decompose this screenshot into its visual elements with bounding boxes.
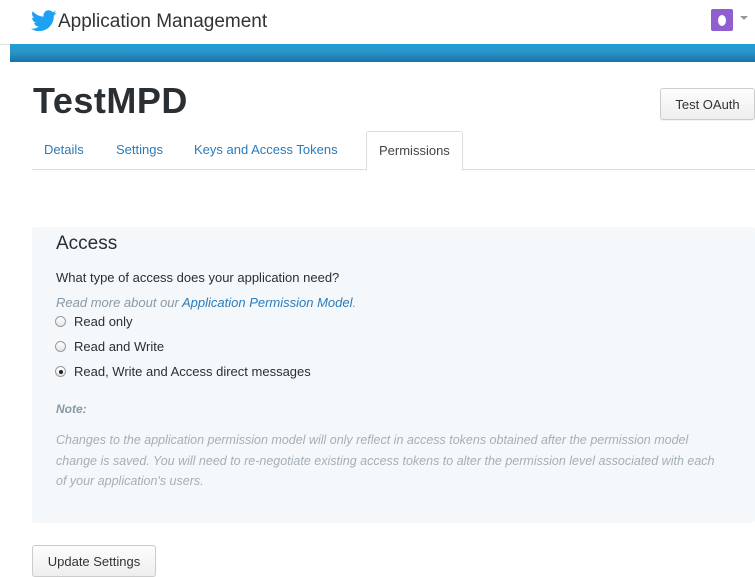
access-panel: Access What type of access does your app…	[32, 227, 755, 523]
option-label: Read and Write	[74, 339, 165, 354]
tab-settings[interactable]: Settings	[116, 131, 163, 169]
permission-model-link[interactable]: Application Permission Model	[182, 295, 353, 310]
app-title[interactable]: Application Management	[58, 11, 267, 33]
radio-read-and-write[interactable]	[55, 341, 66, 352]
read-more-suffix: .	[352, 295, 357, 310]
tab-details[interactable]: Details	[44, 131, 84, 169]
note-label: Note:	[56, 402, 87, 416]
note-text: Changes to the application permission mo…	[56, 433, 715, 488]
page-title: TestMPD	[33, 80, 188, 121]
test-oauth-button[interactable]: Test OAuth	[660, 88, 755, 120]
option-label: Read, Write and Access direct messages	[74, 364, 311, 379]
access-heading: Access	[56, 233, 118, 254]
chevron-down-icon[interactable]	[740, 16, 748, 20]
tab-keys-and-access-tokens[interactable]: Keys and Access Tokens	[194, 131, 338, 169]
option-read-and-write[interactable]: Read and Write	[55, 339, 164, 354]
radio-read-only[interactable]	[55, 316, 66, 327]
banner-bar	[10, 44, 755, 62]
option-read-write-dm[interactable]: Read, Write and Access direct messages	[55, 364, 311, 379]
read-more-prefix: Read more about our	[56, 295, 182, 310]
avatar-egg	[718, 14, 726, 26]
tab-bar: Details Settings Keys and Access Tokens …	[32, 131, 755, 171]
access-question: What type of access does your applicatio…	[56, 270, 340, 285]
twitter-bird-icon[interactable]	[31, 10, 57, 32]
top-bar: Application Management	[0, 0, 755, 45]
user-avatar-icon[interactable]	[711, 9, 733, 31]
read-more-text: Read more about our Application Permissi…	[56, 295, 356, 310]
tab-permissions[interactable]: Permissions	[366, 131, 463, 171]
option-read-only[interactable]: Read only	[55, 314, 133, 329]
radio-read-write-dm[interactable]	[55, 366, 66, 377]
update-settings-button[interactable]: Update Settings	[32, 545, 156, 577]
option-label: Read only	[74, 314, 133, 329]
